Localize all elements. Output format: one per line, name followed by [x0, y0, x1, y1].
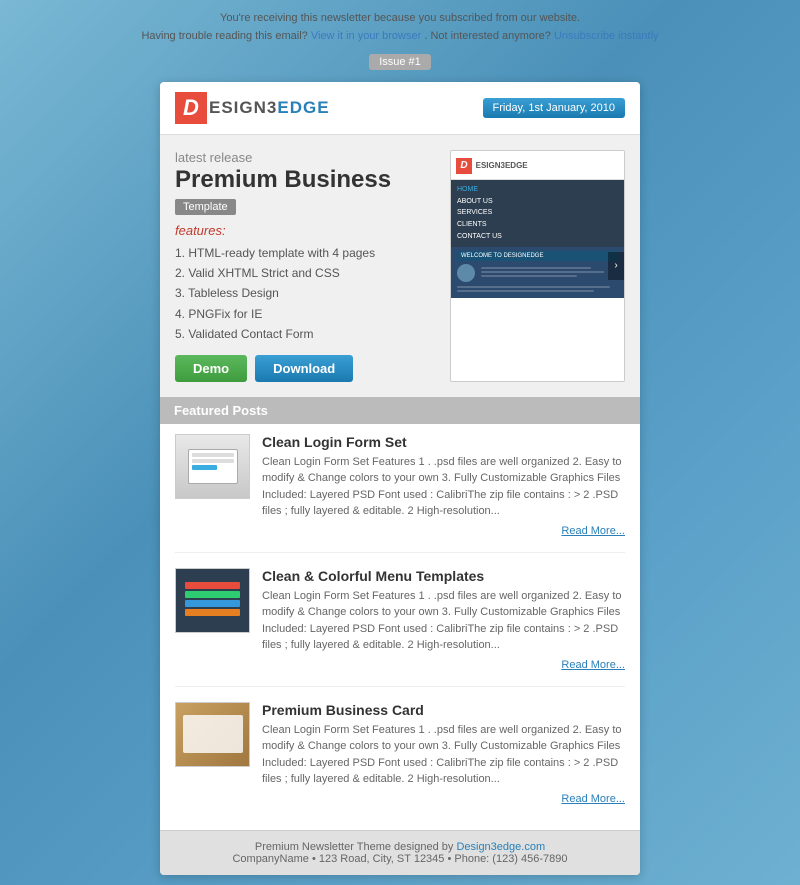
logo-letter: D: [175, 92, 207, 124]
preview-line: [481, 271, 604, 273]
feature-item: Valid XHTML Strict and CSS: [175, 263, 438, 283]
features-list: HTML-ready template with 4 pages Valid X…: [175, 243, 438, 345]
thumb-field: [192, 453, 234, 457]
post-title: Clean & Colorful Menu Templates: [262, 568, 625, 584]
preview-body: WELCOME TO DESIGNEDGE: [451, 247, 624, 298]
preview-avatar: [457, 264, 475, 282]
preview-nav-contact: CONTACT US: [457, 231, 618, 243]
post-thumbnail: [175, 568, 250, 633]
thumb-inner: [176, 703, 249, 766]
preview-next-arrow[interactable]: ›: [608, 252, 624, 280]
post-content: Clean & Colorful Menu Templates Clean Lo…: [262, 568, 625, 671]
post-title: Clean Login Form Set: [262, 434, 625, 450]
post-thumbnail: [175, 434, 250, 499]
thumb-menu-item: [185, 600, 240, 607]
unsubscribe-link[interactable]: Unsubscribe instantly: [554, 30, 659, 42]
preview-header: D ESIGN3EDGE: [451, 151, 624, 180]
post-item: Clean Login Form Set Clean Login Form Se…: [175, 434, 625, 553]
issue-badge: Issue #1: [369, 54, 431, 70]
preview-text-lines: [481, 264, 618, 282]
logo-text: ESIGN3EDGE: [209, 98, 330, 118]
template-badge: Template: [175, 199, 236, 215]
feature-item: HTML-ready template with 4 pages: [175, 243, 438, 263]
thumb-login-box: [188, 449, 238, 484]
read-more-link[interactable]: Read More...: [262, 659, 625, 671]
post-thumbnail: [175, 702, 250, 767]
feature-item: Validated Contact Form: [175, 324, 438, 344]
features-label: features:: [175, 223, 438, 238]
logo: D ESIGN3EDGE: [175, 92, 330, 124]
feature-item: Tableless Design: [175, 283, 438, 303]
thumb-card-preview: [183, 715, 243, 753]
product-preview: D ESIGN3EDGE HOME ABOUT US SERVICES CLIE…: [450, 150, 625, 381]
preview-line: [457, 286, 610, 288]
thumb-inner: [176, 435, 249, 498]
view-browser-link[interactable]: View it in your browser: [311, 30, 421, 42]
hero-left: latest release Premium Business Template…: [175, 150, 438, 381]
posts-container: Clean Login Form Set Clean Login Form Se…: [160, 424, 640, 830]
preview-nav-about: ABOUT US: [457, 196, 618, 208]
email-footer: Premium Newsletter Theme designed by Des…: [160, 830, 640, 875]
post-content: Clean Login Form Set Clean Login Form Se…: [262, 434, 625, 537]
preview-line: [481, 275, 577, 277]
thumb-menu-item: [185, 609, 240, 616]
read-more-link[interactable]: Read More...: [262, 793, 625, 805]
thumb-btn: [192, 465, 217, 470]
post-content: Premium Business Card Clean Login Form S…: [262, 702, 625, 805]
preview-logo-text: ESIGN3EDGE: [476, 161, 528, 170]
top-bar: You're receiving this newsletter because…: [0, 10, 800, 45]
post-desc: Clean Login Form Set Features 1 . .psd f…: [262, 588, 625, 654]
date-badge: Friday, 1st January, 2010: [483, 98, 626, 118]
post-title: Premium Business Card: [262, 702, 625, 718]
email-header: D ESIGN3EDGE Friday, 1st January, 2010: [160, 82, 640, 135]
email-container: D ESIGN3EDGE Friday, 1st January, 2010 l…: [160, 82, 640, 874]
product-title: Premium Business: [175, 167, 438, 193]
menu-thumb-items: [185, 582, 240, 618]
preview-line: [457, 290, 594, 292]
footer-line1: Premium Newsletter Theme designed by Des…: [170, 841, 630, 853]
preview-bottom-lines: [457, 286, 618, 292]
thumb-menu-item: [185, 591, 240, 598]
design-link[interactable]: Design3edge.com: [456, 841, 545, 853]
read-more-link[interactable]: Read More...: [262, 525, 625, 537]
preview-logo-d: D: [456, 158, 472, 174]
download-button[interactable]: Download: [255, 355, 353, 382]
preview-nav-services: SERVICES: [457, 207, 618, 219]
preview-nav: HOME ABOUT US SERVICES CLIENTS CONTACT U…: [451, 180, 624, 247]
preview-line: [481, 267, 591, 269]
feature-item: PNGFix for IE: [175, 304, 438, 324]
featured-header: Featured Posts: [160, 397, 640, 424]
post-item: Premium Business Card Clean Login Form S…: [175, 702, 625, 820]
preview-nav-home: HOME: [457, 184, 618, 196]
footer-line2: CompanyName • 123 Road, City, ST 12345 •…: [170, 853, 630, 865]
latest-release-label: latest release: [175, 150, 438, 165]
thumb-field: [192, 459, 234, 463]
demo-button[interactable]: Demo: [175, 355, 247, 382]
topbar-line1: You're receiving this newsletter because…: [0, 10, 800, 28]
preview-body-title: WELCOME TO DESIGNEDGE: [457, 251, 618, 261]
thumb-inner: [176, 569, 249, 632]
preview-nav-clients: CLIENTS: [457, 219, 618, 231]
thumb-menu-item: [185, 582, 240, 589]
post-desc: Clean Login Form Set Features 1 . .psd f…: [262, 454, 625, 520]
topbar-line2: Having trouble reading this email? View …: [0, 28, 800, 46]
post-desc: Clean Login Form Set Features 1 . .psd f…: [262, 722, 625, 788]
hero-buttons: Demo Download: [175, 355, 438, 382]
hero-section: latest release Premium Business Template…: [160, 135, 640, 396]
post-item: Clean & Colorful Menu Templates Clean Lo…: [175, 568, 625, 687]
